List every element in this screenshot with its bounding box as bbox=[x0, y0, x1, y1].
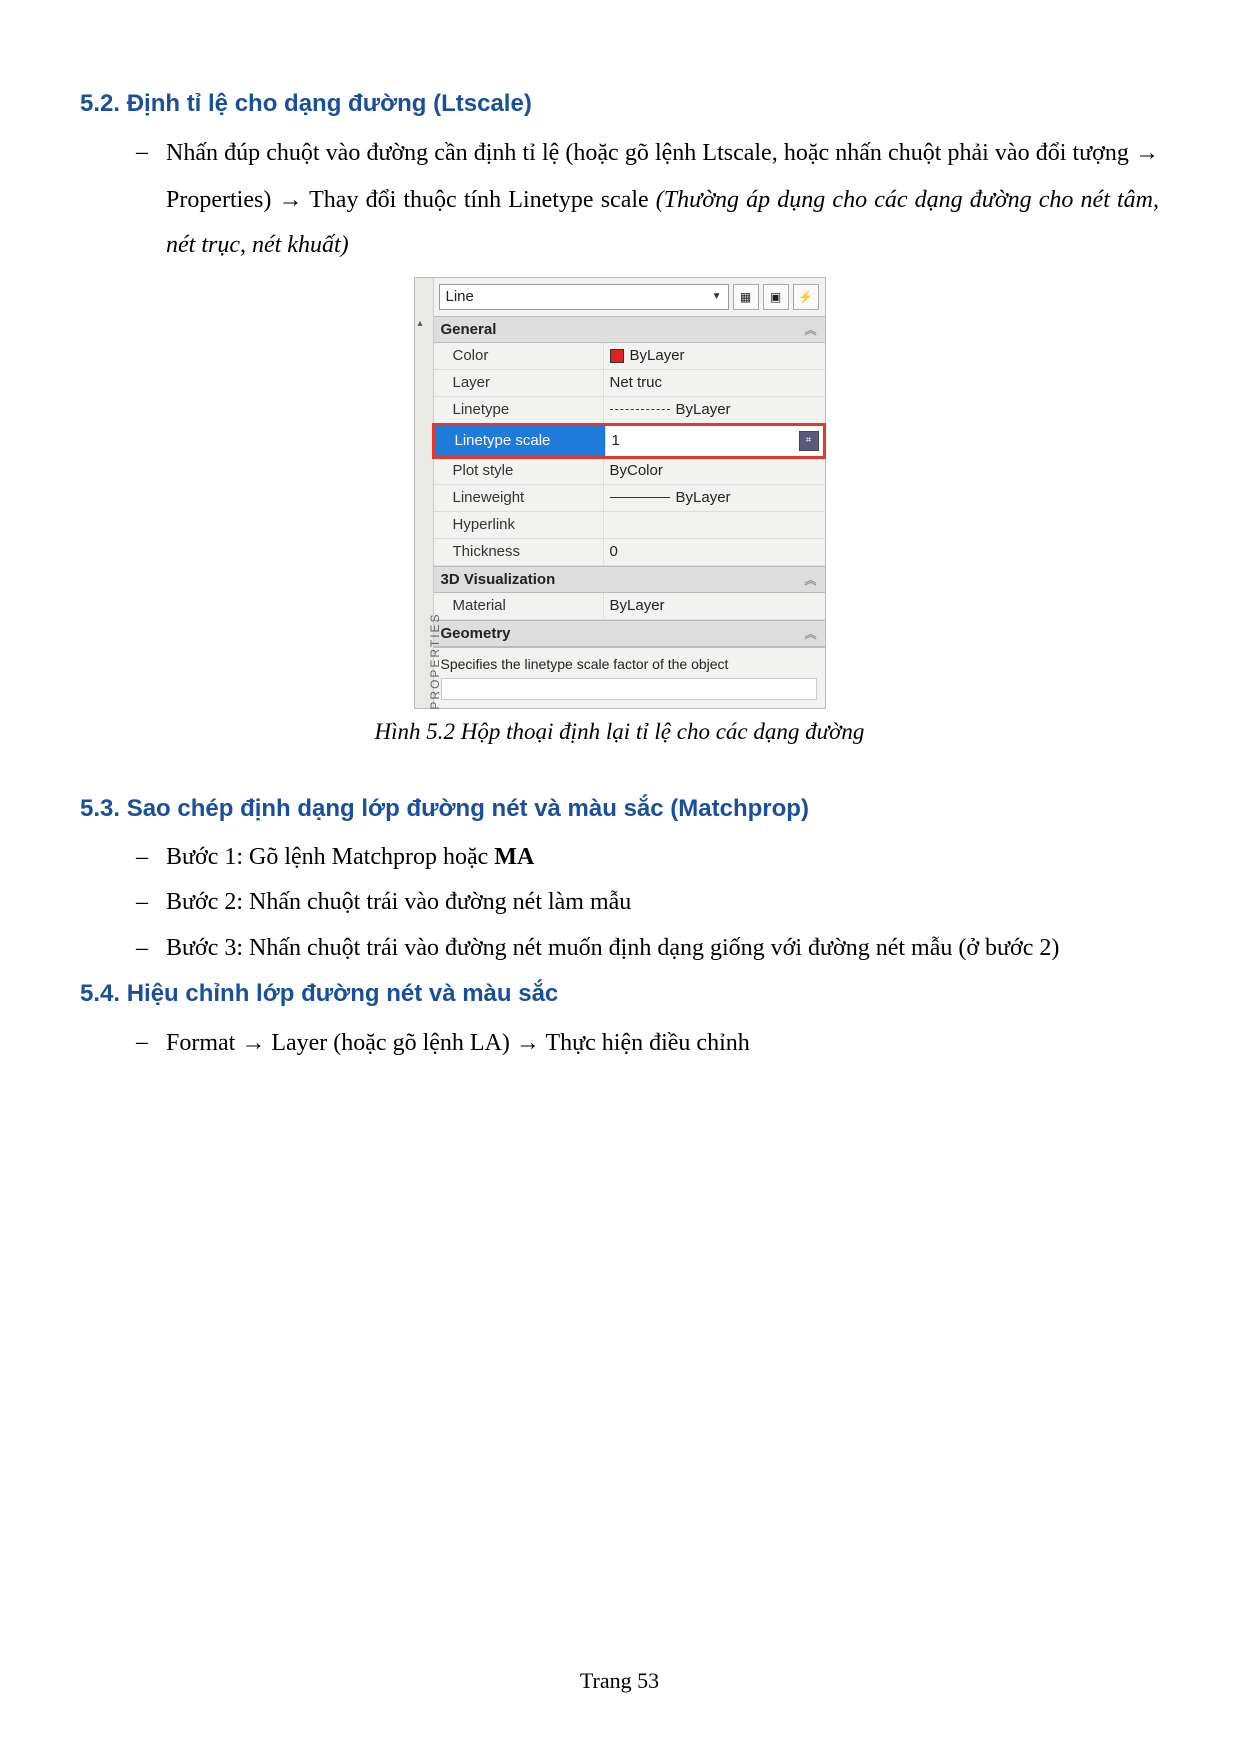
prop-lineweight[interactable]: Lineweight ByLayer bbox=[433, 485, 825, 512]
prop-value: Net truc bbox=[610, 374, 663, 391]
collapse-icon: ︽ bbox=[804, 625, 816, 642]
heading-5-2: 5.2. Định tỉ lệ cho dạng đường (Ltscale) bbox=[80, 90, 1159, 118]
properties-panel: ▴ PROPERTIES Line ▼ ▦ ▣ ⚡ General ︽ bbox=[414, 277, 826, 709]
prop-label: Color bbox=[433, 347, 603, 364]
prop-plot-style[interactable]: Plot style ByColor bbox=[433, 458, 825, 485]
prop-value: 0 bbox=[610, 543, 618, 560]
collapse-icon: ︽ bbox=[804, 321, 816, 338]
figure-5-2: ▴ PROPERTIES Line ▼ ▦ ▣ ⚡ General ︽ bbox=[80, 277, 1159, 709]
color-swatch-icon bbox=[610, 349, 624, 363]
panel-toolbar: Line ▼ ▦ ▣ ⚡ bbox=[433, 278, 825, 316]
heading-5-4: 5.4. Hiệu chỉnh lớp đường nét và màu sắc bbox=[80, 980, 1159, 1008]
prop-layer[interactable]: Layer Net truc bbox=[433, 370, 825, 397]
dropdown-value: Line bbox=[446, 288, 474, 305]
group-3d-visualization[interactable]: 3D Visualization ︽ bbox=[433, 566, 825, 593]
text: Layer (hoặc gõ lệnh LA) bbox=[271, 1030, 516, 1056]
prop-label: Linetype scale bbox=[435, 426, 605, 456]
text: Thay đổi thuộc tính Linetype scale bbox=[309, 187, 656, 213]
group-label: General bbox=[441, 321, 497, 338]
toggle-pickadd-button[interactable]: ▦ bbox=[733, 284, 759, 310]
prop-label: Hyperlink bbox=[433, 516, 603, 533]
panel-title: PROPERTIES bbox=[428, 611, 442, 711]
group-geometry[interactable]: Geometry ︽ bbox=[433, 620, 825, 647]
prop-label: Layer bbox=[433, 374, 603, 391]
group-label: Geometry bbox=[441, 625, 511, 642]
prop-hyperlink[interactable]: Hyperlink bbox=[433, 512, 825, 539]
prop-color[interactable]: Color ByLayer bbox=[433, 343, 825, 370]
text: Nhấn đúp chuột vào đường cần định tỉ lệ … bbox=[166, 140, 1135, 166]
heading-5-3: 5.3. Sao chép định dạng lớp đường nét và… bbox=[80, 795, 1159, 823]
arrow-icon: → bbox=[241, 1029, 265, 1056]
group-label: 3D Visualization bbox=[441, 571, 556, 588]
prop-label: Linetype bbox=[433, 401, 603, 418]
calculator-button[interactable]: ⌗ bbox=[799, 431, 819, 451]
figure-caption: Hình 5.2 Hộp thoại định lại tỉ lệ cho cá… bbox=[80, 719, 1159, 745]
prop-label: Lineweight bbox=[433, 489, 603, 506]
status-description: Specifies the linetype scale factor of t… bbox=[433, 647, 825, 674]
panel-sidebar: ▴ PROPERTIES bbox=[415, 278, 434, 708]
text: Format bbox=[166, 1030, 241, 1056]
bullet-5-3-3: Bước 3: Nhấn chuột trái vào đường nét mu… bbox=[136, 926, 1159, 972]
text: Bước 3: Nhấn chuột trái vào đường nét mu… bbox=[166, 935, 1059, 961]
prop-linetype-scale[interactable]: Linetype scale 1 ⌗ bbox=[432, 423, 826, 459]
bold-text: MA bbox=[494, 844, 534, 870]
arrow-icon: → bbox=[1135, 139, 1159, 166]
text: Properties) bbox=[166, 187, 278, 213]
arrow-icon: → bbox=[516, 1029, 540, 1056]
prop-label: Thickness bbox=[433, 543, 603, 560]
bullet-5-4-1: Format → Layer (hoặc gõ lệnh LA) → Thực … bbox=[136, 1020, 1159, 1067]
prop-value: ByLayer bbox=[630, 347, 685, 364]
text: Bước 1: Gõ lệnh Matchprop hoặc bbox=[166, 844, 494, 870]
group-general[interactable]: General ︽ bbox=[433, 316, 825, 343]
prop-material[interactable]: Material ByLayer bbox=[433, 593, 825, 620]
lineweight-preview-icon bbox=[610, 497, 670, 498]
prop-value: ByColor bbox=[610, 462, 663, 479]
prop-value: ByLayer bbox=[610, 597, 665, 614]
prop-linetype[interactable]: Linetype ByLayer bbox=[433, 397, 825, 424]
collapse-icon[interactable]: ▴ bbox=[418, 318, 423, 329]
prop-label: Material bbox=[433, 597, 603, 614]
collapse-icon: ︽ bbox=[804, 571, 816, 588]
bullet-5-3-2: Bước 2: Nhấn chuột trái vào đường nét là… bbox=[136, 880, 1159, 926]
linetype-preview-icon bbox=[610, 409, 670, 410]
text: Thực hiện điều chỉnh bbox=[545, 1030, 749, 1056]
quick-select-button[interactable]: ⚡ bbox=[793, 284, 819, 310]
status-input[interactable] bbox=[441, 678, 817, 700]
bullet-5-3-1: Bước 1: Gõ lệnh Matchprop hoặc MA bbox=[136, 835, 1159, 881]
select-objects-button[interactable]: ▣ bbox=[763, 284, 789, 310]
page-number: Trang 53 bbox=[0, 1668, 1239, 1694]
bullet-5-2-1: Nhấn đúp chuột vào đường cần định tỉ lệ … bbox=[136, 130, 1159, 269]
object-type-dropdown[interactable]: Line ▼ bbox=[439, 284, 729, 310]
prop-label: Plot style bbox=[433, 462, 603, 479]
prop-thickness[interactable]: Thickness 0 bbox=[433, 539, 825, 566]
arrow-icon: → bbox=[278, 186, 302, 213]
prop-value: ByLayer bbox=[676, 489, 731, 506]
prop-value: ByLayer bbox=[676, 401, 731, 418]
text: Bước 2: Nhấn chuột trái vào đường nét là… bbox=[166, 889, 631, 915]
chevron-down-icon: ▼ bbox=[712, 291, 722, 302]
prop-value[interactable]: 1 bbox=[612, 432, 620, 449]
